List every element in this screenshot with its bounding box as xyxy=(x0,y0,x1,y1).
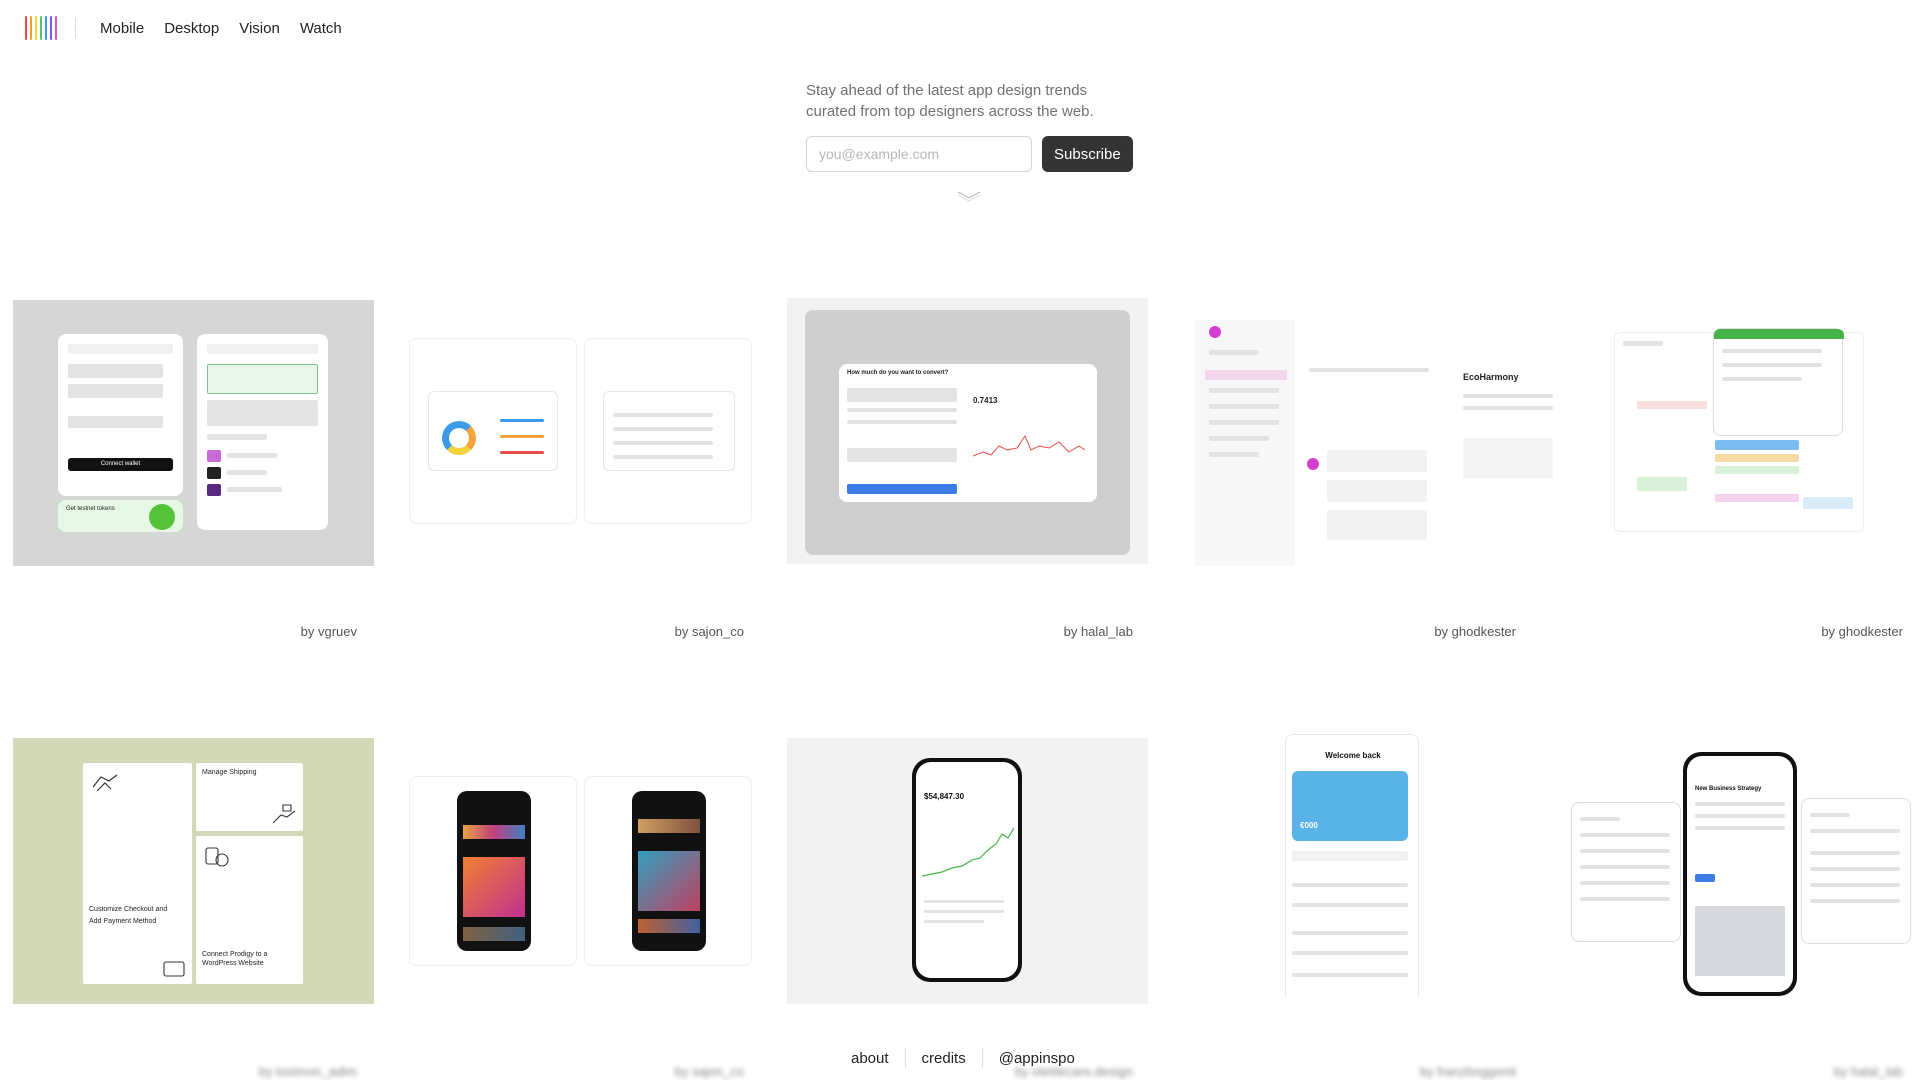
nav-watch[interactable]: Watch xyxy=(300,20,342,37)
signup-form: Subscribe xyxy=(806,136,1146,172)
connect-wallet-button: Connect wallet xyxy=(68,458,173,471)
logo-stripe xyxy=(50,16,52,40)
prodigy-title: Connect Prodigy to a WordPress Website xyxy=(202,951,268,967)
music-panel-left xyxy=(409,776,577,966)
nav-divider xyxy=(75,18,76,38)
withdraw-panel xyxy=(197,334,328,530)
nav-vision[interactable]: Vision xyxy=(239,20,280,37)
exchange-rate: 0.7413 xyxy=(973,396,998,405)
email-field[interactable] xyxy=(806,136,1032,172)
card-4-author[interactable]: by ghodkester xyxy=(1316,624,1516,639)
checkout-tile: Customize Checkout and Customer Account xyxy=(83,763,192,935)
top-nav: Mobile Desktop Vision Watch xyxy=(25,14,362,42)
nav-mobile[interactable]: Mobile xyxy=(100,20,144,37)
card-10-author[interactable]: by halal_lab xyxy=(1703,1064,1903,1079)
strategy-title: New Business Strategy xyxy=(1695,786,1762,792)
event-popover xyxy=(1713,328,1844,436)
design-card-10[interactable]: New Business Strategy xyxy=(1565,740,1920,1006)
card-icon xyxy=(163,961,185,977)
logo-stripe xyxy=(30,16,32,40)
clients-sidebar xyxy=(1195,320,1295,566)
stock-value: $54,847.30 xyxy=(924,792,965,801)
logo-stripe xyxy=(35,16,37,40)
design-card-6[interactable]: Customize Checkout and Customer Account … xyxy=(13,738,374,1004)
footer-about-link[interactable]: about xyxy=(835,1050,905,1067)
card-9-author[interactable]: by franzboggonti xyxy=(1316,1064,1516,1079)
deposit-panel: Connect wallet xyxy=(58,334,183,496)
nav-desktop[interactable]: Desktop xyxy=(164,20,219,37)
welcome-text: Welcome back xyxy=(1325,751,1381,760)
card-5-author[interactable]: by ghodkester xyxy=(1703,624,1903,639)
footer-credits-link[interactable]: credits xyxy=(906,1050,982,1067)
footer: about credits @appinspo xyxy=(835,1048,1091,1068)
card-7-author[interactable]: by sajon_co xyxy=(544,1064,744,1079)
logo-stripe xyxy=(25,16,27,40)
spending-panel xyxy=(409,338,577,524)
card-2-author[interactable]: by sajon_co xyxy=(544,624,744,639)
prodigy-tile: Connect Prodigy to a WordPress Website xyxy=(196,836,303,984)
design-card-8[interactable]: $54,847.30 xyxy=(787,738,1148,1004)
hero: Stay ahead of the latest app design tren… xyxy=(806,80,1146,172)
new-event-left xyxy=(1571,802,1681,942)
testnet-banner-text: Get testnet tokens xyxy=(66,506,115,512)
convert-modal: How much do you want to convert? 0.7413 xyxy=(839,364,1097,502)
hero-tagline-line2: curated from top designers across the we… xyxy=(806,103,1094,120)
footer-handle-link[interactable]: @appinspo xyxy=(983,1050,1091,1067)
hero-tagline-line1: Stay ahead of the latest app design tren… xyxy=(806,82,1088,99)
payment-tile: Add Payment Method xyxy=(83,914,192,984)
ecoharmony-title: EcoHarmony xyxy=(1463,372,1519,382)
design-card-3[interactable]: How much do you want to convert? 0.7413 xyxy=(787,298,1148,564)
card-3-author[interactable]: by halal_lab xyxy=(933,624,1133,639)
balance-value: €000 xyxy=(1300,821,1318,830)
design-card-1[interactable]: Connect wallet Get testnet tokens xyxy=(13,300,374,566)
subscribe-button[interactable]: Subscribe xyxy=(1042,136,1133,172)
music-panel-right xyxy=(584,776,752,966)
stock-phone: $54,847.30 xyxy=(912,758,1022,982)
design-card-2[interactable] xyxy=(392,300,753,566)
hand-box-icon xyxy=(272,804,296,824)
shipping-tile: Manage Shipping xyxy=(196,763,303,831)
stock-line-chart xyxy=(922,827,1014,877)
new-event-right xyxy=(1801,798,1911,944)
design-card-7[interactable] xyxy=(392,738,753,1004)
logo-stripe xyxy=(40,16,42,40)
design-card-5[interactable] xyxy=(1565,300,1920,566)
logo-stripe xyxy=(55,16,57,40)
handshake-icon xyxy=(92,774,118,792)
card-6-author[interactable]: by tosimon_adim xyxy=(157,1064,357,1079)
card-1-author[interactable]: by vgruev xyxy=(157,624,357,639)
payment-title: Add Payment Method xyxy=(89,918,157,925)
logo[interactable] xyxy=(25,16,57,40)
wallet-screen: Welcome back €000 xyxy=(1285,734,1419,996)
rate-line-chart xyxy=(973,434,1085,457)
design-card-4[interactable]: EcoHarmony xyxy=(1195,300,1556,566)
design-card-9[interactable]: Welcome back €000 xyxy=(1195,730,1556,996)
testnet-banner: Get testnet tokens xyxy=(58,500,183,532)
bills-panel xyxy=(584,338,752,524)
chevron-down-icon[interactable] xyxy=(956,190,982,202)
shipping-title: Manage Shipping xyxy=(202,769,257,776)
logo-stripe xyxy=(45,16,47,40)
plug-icon xyxy=(205,847,229,867)
convert-title: How much do you want to convert? xyxy=(847,370,949,376)
new-event-phone: New Business Strategy xyxy=(1683,752,1797,996)
